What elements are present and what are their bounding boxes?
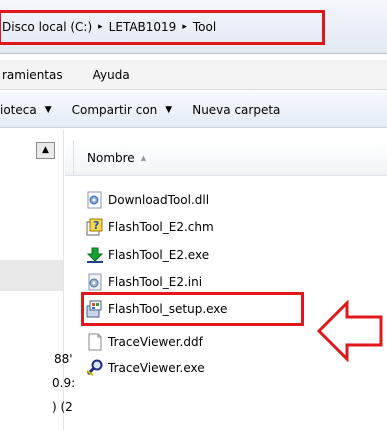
menu-bar: ramientas Ayuda xyxy=(0,60,387,90)
chevron-down-icon: ▼ xyxy=(44,104,52,115)
dll-file-icon xyxy=(86,191,104,209)
chm-help-file-icon: ? xyxy=(86,218,104,236)
library-button[interactable]: ioteca ▼ xyxy=(0,103,52,117)
file-row[interactable]: DownloadTool.dll xyxy=(86,189,209,211)
ini-config-file-icon xyxy=(86,273,104,291)
download-exe-icon xyxy=(86,246,104,264)
column-name-header[interactable]: Nombre xyxy=(87,151,135,165)
scroll-up-arrow-icon[interactable]: ▲ xyxy=(36,142,55,159)
file-row[interactable]: FlashTool_E2.ini xyxy=(86,271,202,293)
command-toolbar: ioteca ▼ Compartir con ▼ Nueva carpeta xyxy=(0,92,387,128)
share-with-button[interactable]: Compartir con ▼ xyxy=(72,103,173,117)
new-folder-button-label: Nueva carpeta xyxy=(192,102,281,117)
file-name: TraceViewer.exe xyxy=(108,361,205,375)
nav-fragment: ) (2 xyxy=(52,400,73,414)
magnifier-exe-icon xyxy=(86,359,104,377)
address-highlight-box xyxy=(0,10,325,45)
nav-fragment: 0.9: xyxy=(52,376,76,390)
navigation-pane[interactable]: ▲ 88' 0.9: ) (2 xyxy=(0,130,75,430)
menu-ayuda[interactable]: Ayuda xyxy=(91,68,130,82)
file-name: FlashTool_E2.ini xyxy=(108,275,203,289)
file-row[interactable]: TraceViewer.ddf xyxy=(86,331,203,353)
file-row[interactable]: ? FlashTool_E2.chm xyxy=(86,216,214,238)
column-separator xyxy=(73,140,74,176)
address-bar[interactable]: Disco local (C:) ▸ LETAB1019 ▸ Tool xyxy=(0,0,387,54)
file-name: FlashTool_E2.chm xyxy=(108,220,214,234)
file-row[interactable]: FlashTool_E2.exe xyxy=(86,244,209,266)
file-name: DownloadTool.dll xyxy=(108,193,210,207)
share-with-button-label: Compartir con xyxy=(71,102,158,117)
svg-text:?: ? xyxy=(93,219,99,232)
chevron-down-icon: ▼ xyxy=(165,104,173,115)
column-header: Nombre ▲ xyxy=(65,140,387,176)
file-name: TraceViewer.ddf xyxy=(108,335,203,349)
nav-selected-band xyxy=(0,260,63,291)
nav-fragment: 88' xyxy=(54,352,73,366)
left-arrow-icon xyxy=(316,300,383,362)
menu-herramientas[interactable]: ramientas xyxy=(0,68,63,82)
file-highlight-box xyxy=(81,292,304,326)
library-button-label: ioteca xyxy=(0,102,37,117)
sort-ascending-icon: ▲ xyxy=(140,153,147,162)
new-folder-button[interactable]: Nueva carpeta xyxy=(192,103,280,117)
file-name: FlashTool_E2.exe xyxy=(108,248,210,262)
blank-file-icon xyxy=(86,333,104,351)
file-row[interactable]: TraceViewer.exe xyxy=(86,357,205,379)
